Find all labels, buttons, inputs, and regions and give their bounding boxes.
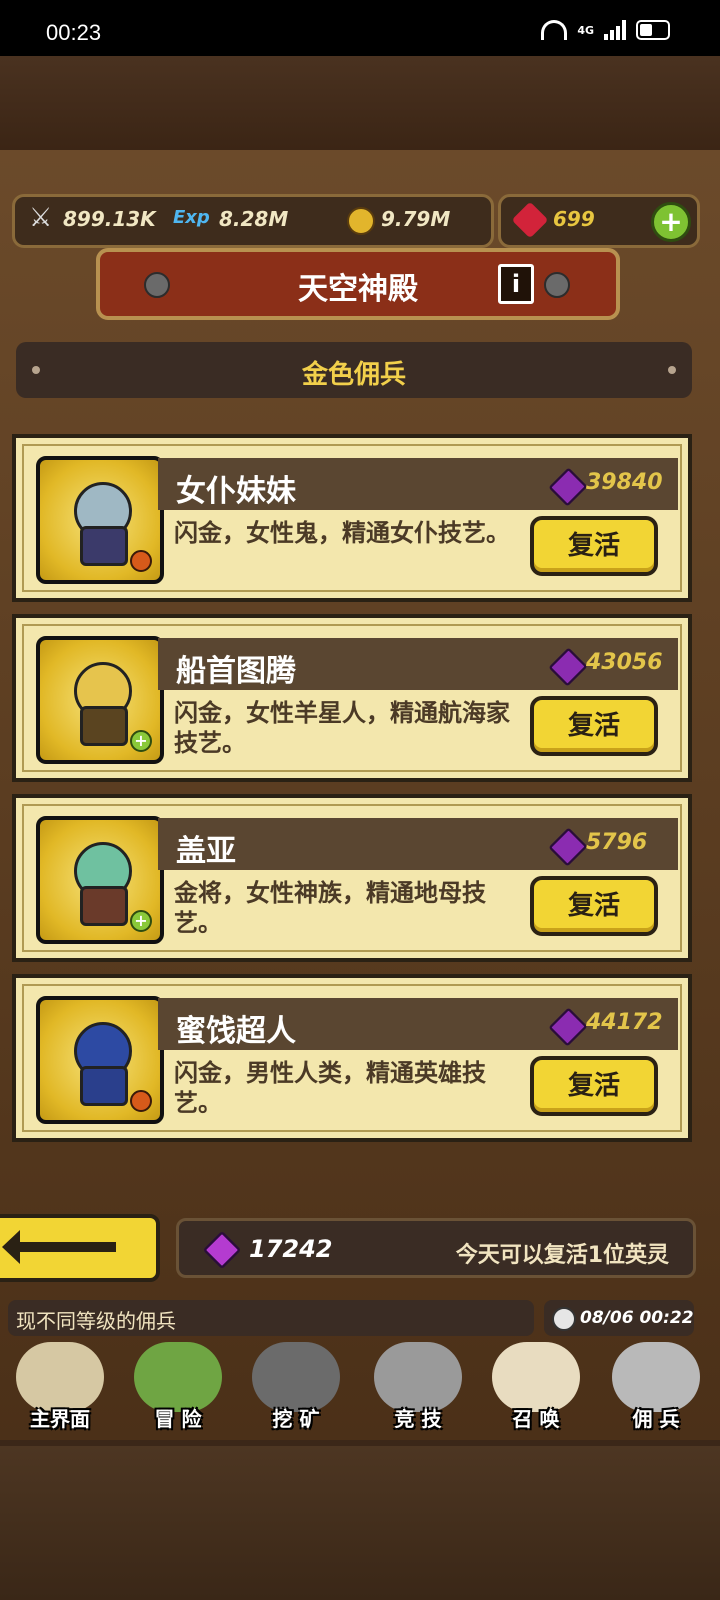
tool-badge-icon	[130, 550, 152, 572]
resource-bar: ⚔ 899.13K Exp 8.28M 9.79M	[12, 194, 494, 248]
back-button[interactable]	[0, 1214, 160, 1282]
hero-name-bar: 蜜饯超人 44172	[158, 998, 678, 1050]
nav-label: 挖 矿	[272, 1407, 320, 1431]
clock-icon	[552, 1307, 576, 1331]
hero-description: 闪金，男性人类，精通英雄技艺。	[174, 1059, 486, 1117]
revive-info-bar: 17242 今天可以复活1位英灵	[176, 1218, 696, 1278]
clock-box: 08/06 00:22	[544, 1300, 694, 1336]
hero-description: 闪金，女性鬼，精通女仆技艺。	[174, 519, 510, 547]
revive-button[interactable]: 复活	[530, 876, 658, 936]
tool-badge-icon	[130, 1090, 152, 1112]
nav-mining[interactable]: 挖 矿	[240, 1336, 352, 1440]
revive-note: 今天可以复活1位英灵	[455, 1243, 669, 1268]
hero-body-icon	[80, 886, 128, 926]
nav-label: 主界面	[30, 1407, 90, 1431]
clock-text: 08/06 00:22	[580, 1308, 694, 1328]
title-banner: 天空神殿 i	[96, 248, 620, 320]
hero-name: 蜜饯超人	[176, 1014, 296, 1049]
ruby-bar: 699 +	[498, 194, 700, 248]
info-button[interactable]: i	[498, 264, 534, 304]
gem-icon	[202, 1230, 242, 1270]
nav-adventure[interactable]: 冒 险	[122, 1336, 234, 1440]
add-ruby-button[interactable]: +	[651, 202, 691, 242]
hero-name: 船首图腾	[176, 654, 296, 689]
status-icons: 4G	[541, 20, 670, 40]
tent-icon	[612, 1342, 700, 1412]
status-time: 00:23	[46, 20, 102, 45]
nav-label: 竞 技	[394, 1407, 442, 1431]
plus-badge-icon: +	[130, 730, 152, 752]
gem-icon	[548, 1007, 588, 1047]
hero-name-bar: 女仆妹妹 39840	[158, 458, 678, 510]
background-bottom	[0, 1446, 720, 1600]
sword-icon: ⚔	[29, 203, 53, 233]
hero-portrait[interactable]: +	[36, 816, 164, 944]
signal-icon	[604, 20, 626, 40]
exp-value: 8.28M	[219, 207, 289, 231]
hero-description: 闪金，女性羊星人，精通航海家技艺。	[174, 699, 510, 757]
hero-name-bar: 船首图腾 43056	[158, 638, 678, 690]
news-ticker: 现不同等级的佣兵	[8, 1300, 534, 1336]
hero-card: 蜜饯超人 44172 闪金，男性人类，精通英雄技艺。 复活	[12, 974, 692, 1142]
wifi-icon	[541, 20, 568, 40]
hero-portrait[interactable]: +	[36, 636, 164, 764]
nav-main[interactable]: 主界面	[4, 1336, 116, 1440]
ruby-icon	[511, 201, 549, 239]
hero-portrait[interactable]	[36, 456, 164, 584]
section-header: 金色佣兵	[16, 342, 692, 398]
gem-icon	[548, 647, 588, 687]
nav-mercenary[interactable]: 佣 兵	[600, 1336, 712, 1440]
exp-icon: Exp	[173, 207, 210, 228]
hero-card: 女仆妹妹 39840 闪金，女性鬼，精通女仆技艺。 复活	[12, 434, 692, 602]
hero-price: 43056	[586, 650, 663, 675]
scroll-icon	[492, 1342, 580, 1412]
gem-count: 17242	[249, 1235, 333, 1263]
hero-name: 盖亚	[176, 834, 236, 869]
status-bar: 00:23 4G	[0, 0, 720, 56]
bottom-row: 17242 今天可以复活1位英灵	[0, 1210, 720, 1290]
crossed-swords-icon	[374, 1342, 462, 1412]
hero-body-icon	[80, 706, 128, 746]
ruby-value: 699	[553, 207, 595, 231]
gem-icon	[548, 467, 588, 507]
plus-badge-icon: +	[130, 910, 152, 932]
revive-button[interactable]: 复活	[530, 1056, 658, 1116]
hero-description: 金将，女性神族，精通地母技艺。	[174, 879, 486, 937]
page-title: 天空神殿	[298, 272, 418, 307]
bottom-nav: 主界面 冒 险 挖 矿 竞 技 召 唤 佣 兵	[0, 1336, 720, 1446]
hero-name-bar: 盖亚 5796	[158, 818, 678, 870]
nav-label: 佣 兵	[632, 1407, 680, 1431]
attack-value: 899.13K	[63, 207, 156, 231]
hero-card: + 船首图腾 43056 闪金，女性羊星人，精通航海家技艺。 复活	[12, 614, 692, 782]
back-arrow-icon	[2, 1230, 116, 1264]
nav-label: 冒 险	[154, 1407, 202, 1431]
nav-summon[interactable]: 召 唤	[480, 1336, 592, 1440]
hero-price: 5796	[586, 830, 648, 855]
bolt-icon	[544, 272, 570, 298]
network-label: 4G	[577, 23, 594, 37]
battery-icon	[636, 20, 670, 40]
ticker-text: 现不同等级的佣兵	[16, 1309, 176, 1333]
hero-portrait[interactable]	[36, 996, 164, 1124]
nav-arena[interactable]: 竞 技	[362, 1336, 474, 1440]
gold-value: 9.79M	[381, 207, 451, 231]
dot-icon	[668, 366, 676, 374]
hero-body-icon	[80, 526, 128, 566]
revive-button[interactable]: 复活	[530, 516, 658, 576]
section-title: 金色佣兵	[301, 360, 406, 390]
hero-name: 女仆妹妹	[176, 474, 296, 509]
hero-card: + 盖亚 5796 金将，女性神族，精通地母技艺。 复活	[12, 794, 692, 962]
hero-price: 39840	[586, 470, 663, 495]
revive-button[interactable]: 复活	[530, 696, 658, 756]
gold-icon	[347, 207, 375, 235]
gem-icon	[548, 827, 588, 867]
pickaxe-icon	[252, 1342, 340, 1412]
nav-label: 召 唤	[512, 1407, 560, 1431]
hero-body-icon	[80, 1066, 128, 1106]
hero-price: 44172	[586, 1010, 663, 1035]
island-icon	[134, 1342, 222, 1412]
background-top	[0, 56, 720, 156]
scroll-map-icon	[16, 1342, 104, 1412]
